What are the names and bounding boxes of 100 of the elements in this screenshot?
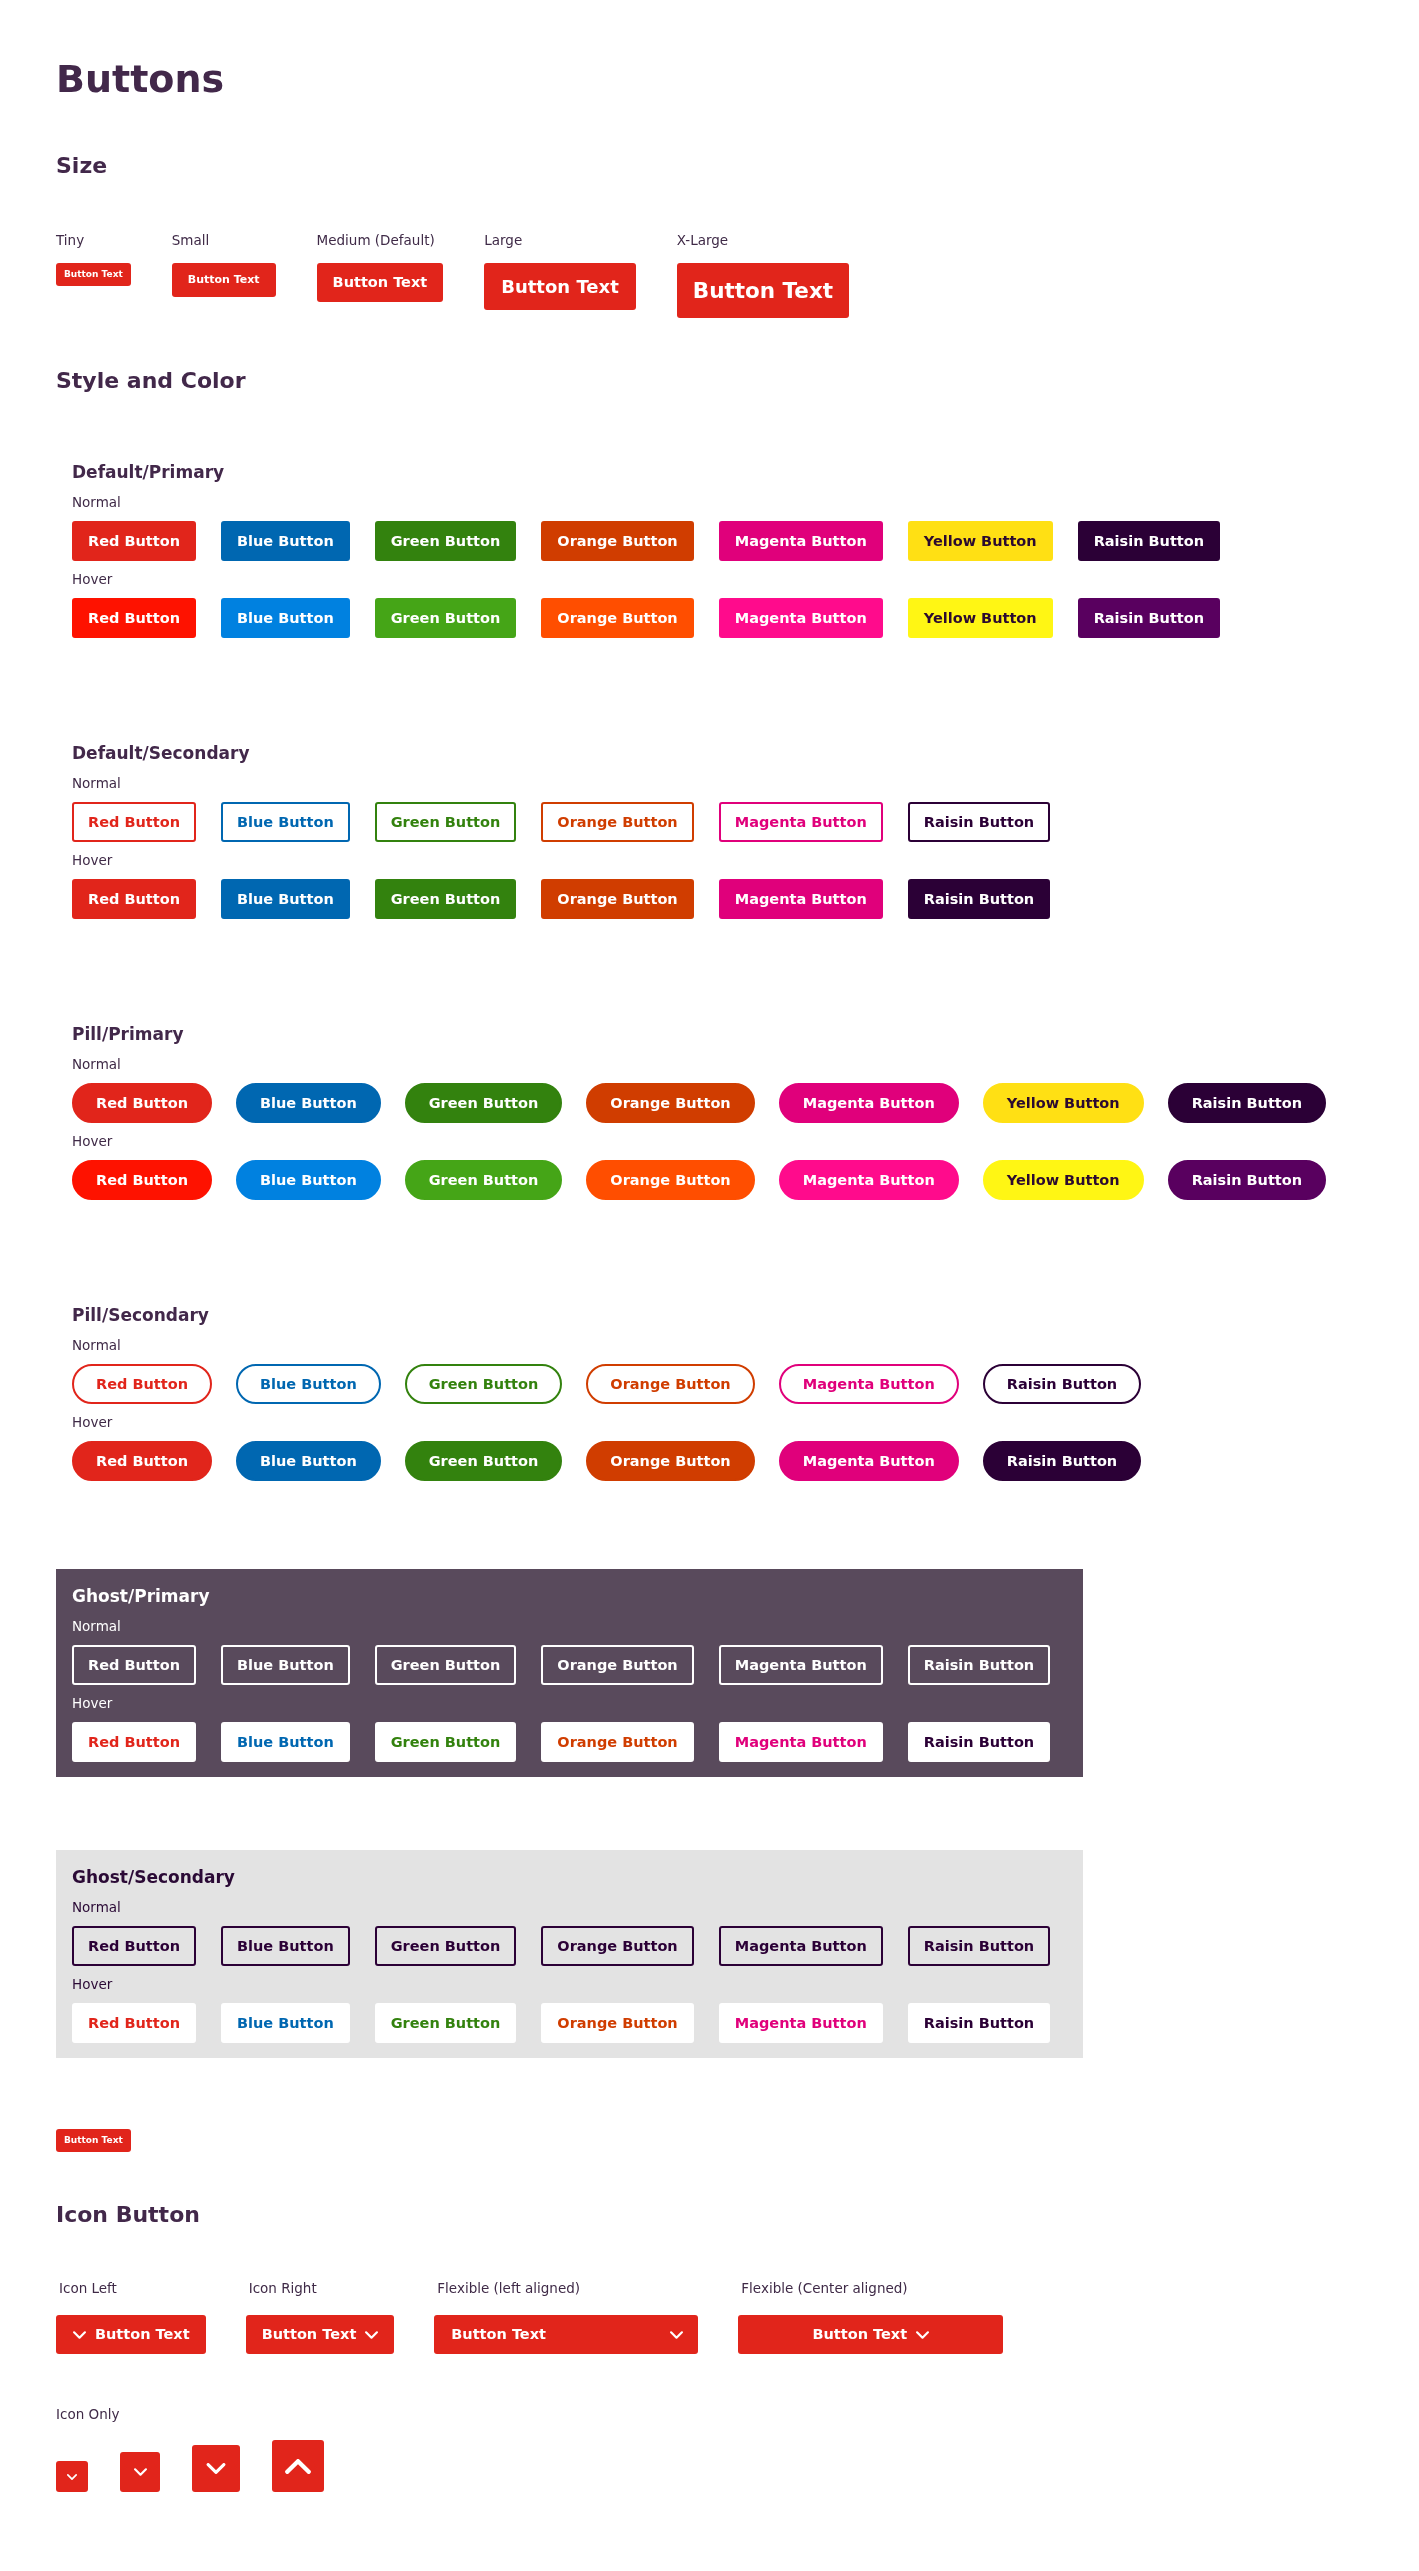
- style-button[interactable]: Raisin Button: [907, 2003, 1051, 2043]
- style-button[interactable]: Blue Button: [220, 1645, 350, 1685]
- style-button[interactable]: Raisin Button: [907, 1645, 1051, 1685]
- style-button[interactable]: Orange Button: [541, 802, 694, 842]
- style-button[interactable]: Yellow Button: [982, 1160, 1144, 1200]
- style-button[interactable]: Green Button: [404, 1441, 563, 1481]
- dropdown-button[interactable]: Button Text: [434, 2315, 699, 2354]
- style-button[interactable]: Magenta Button: [778, 1083, 959, 1123]
- style-button[interactable]: Magenta Button: [718, 1926, 883, 1966]
- size-label: Small: [171, 231, 210, 249]
- style-button[interactable]: Raisin Button: [982, 1364, 1142, 1404]
- style-button[interactable]: Orange Button: [586, 1441, 755, 1481]
- style-button[interactable]: Orange Button: [541, 521, 694, 561]
- sample-button[interactable]: Button Text: [484, 263, 636, 310]
- style-button[interactable]: Raisin Button: [907, 1926, 1051, 1966]
- style-button[interactable]: Red Button: [72, 1926, 196, 1966]
- style-button[interactable]: Green Button: [374, 879, 517, 919]
- style-button[interactable]: Magenta Button: [718, 879, 883, 919]
- icon-button[interactable]: [192, 2445, 240, 2492]
- sample-button[interactable]: Button Text: [676, 263, 850, 318]
- style-button[interactable]: Magenta Button: [778, 1160, 959, 1200]
- style-button[interactable]: Green Button: [374, 1926, 517, 1966]
- style-button[interactable]: Red Button: [72, 598, 196, 638]
- chevron-down-icon: [916, 2330, 930, 2339]
- style-button[interactable]: Blue Button: [220, 521, 350, 561]
- dropdown-button[interactable]: Button Text: [245, 2315, 395, 2354]
- style-button[interactable]: Orange Button: [541, 2003, 694, 2043]
- variant-label: Flexible (left aligned): [437, 2279, 581, 2297]
- style-button[interactable]: Raisin Button: [1167, 1083, 1327, 1123]
- style-button[interactable]: Orange Button: [586, 1364, 755, 1404]
- state-label: Normal: [72, 1617, 121, 1635]
- style-button[interactable]: Green Button: [404, 1160, 563, 1200]
- style-button[interactable]: Green Button: [374, 521, 517, 561]
- state-label: Normal: [72, 1898, 121, 1916]
- style-button[interactable]: Red Button: [72, 879, 196, 919]
- style-button[interactable]: Red Button: [72, 521, 196, 561]
- state-label: Normal: [72, 1055, 121, 1073]
- style-button[interactable]: Raisin Button: [1167, 1160, 1327, 1200]
- sample-button[interactable]: Button Text: [56, 2129, 131, 2152]
- style-button[interactable]: Green Button: [374, 598, 517, 638]
- style-button[interactable]: Raisin Button: [907, 802, 1051, 842]
- icon-button[interactable]: [272, 2440, 324, 2492]
- chevron-down-icon: [73, 2330, 86, 2339]
- style-button[interactable]: Yellow Button: [907, 598, 1053, 638]
- style-button[interactable]: Magenta Button: [778, 1441, 959, 1481]
- style-button[interactable]: Magenta Button: [718, 1645, 883, 1685]
- style-button[interactable]: Red Button: [72, 802, 196, 842]
- style-button[interactable]: Red Button: [72, 1160, 212, 1200]
- icon-button[interactable]: [120, 2452, 160, 2492]
- style-button[interactable]: Green Button: [374, 2003, 517, 2043]
- style-button[interactable]: Red Button: [72, 1364, 212, 1404]
- style-button[interactable]: Blue Button: [220, 1926, 350, 1966]
- style-button[interactable]: Magenta Button: [718, 2003, 883, 2043]
- style-button[interactable]: Blue Button: [220, 598, 350, 638]
- style-button[interactable]: Green Button: [374, 1722, 517, 1762]
- style-button[interactable]: Raisin Button: [982, 1441, 1142, 1481]
- style-button[interactable]: Raisin Button: [1077, 598, 1221, 638]
- style-button[interactable]: Magenta Button: [718, 802, 883, 842]
- size-label: Large: [484, 231, 523, 249]
- sample-button[interactable]: Button Text: [316, 263, 444, 302]
- style-button[interactable]: Blue Button: [235, 1083, 381, 1123]
- style-button[interactable]: Blue Button: [235, 1364, 381, 1404]
- style-button[interactable]: Green Button: [404, 1364, 563, 1404]
- icon-button[interactable]: [56, 2461, 88, 2492]
- style-button[interactable]: Blue Button: [235, 1160, 381, 1200]
- style-button[interactable]: Orange Button: [541, 1722, 694, 1762]
- style-button[interactable]: Blue Button: [220, 879, 350, 919]
- style-button[interactable]: Raisin Button: [1077, 521, 1221, 561]
- style-button[interactable]: Orange Button: [541, 598, 694, 638]
- style-button[interactable]: Red Button: [72, 1441, 212, 1481]
- style-button[interactable]: Raisin Button: [907, 1722, 1051, 1762]
- style-button[interactable]: Magenta Button: [718, 1722, 883, 1762]
- style-button[interactable]: Raisin Button: [907, 879, 1051, 919]
- style-button[interactable]: Blue Button: [220, 2003, 350, 2043]
- style-button[interactable]: Orange Button: [541, 1645, 694, 1685]
- style-button[interactable]: Blue Button: [220, 1722, 350, 1762]
- style-button[interactable]: Green Button: [404, 1083, 563, 1123]
- style-button[interactable]: Red Button: [72, 2003, 196, 2043]
- style-button[interactable]: Yellow Button: [982, 1083, 1144, 1123]
- dropdown-button[interactable]: Button Text: [738, 2315, 1004, 2354]
- style-button[interactable]: Green Button: [374, 802, 517, 842]
- style-button[interactable]: Blue Button: [220, 802, 350, 842]
- style-button[interactable]: Magenta Button: [778, 1364, 959, 1404]
- style-button[interactable]: Orange Button: [541, 879, 694, 919]
- style-button[interactable]: Red Button: [72, 1083, 212, 1123]
- style-button[interactable]: Red Button: [72, 1645, 196, 1685]
- dropdown-button[interactable]: Button Text: [56, 2315, 206, 2354]
- style-button[interactable]: Blue Button: [235, 1441, 381, 1481]
- style-button[interactable]: Magenta Button: [718, 598, 883, 638]
- style-button[interactable]: Orange Button: [541, 1926, 694, 1966]
- style-button[interactable]: Orange Button: [586, 1083, 755, 1123]
- group-heading: Ghost/Primary: [72, 1586, 210, 1606]
- style-button[interactable]: Magenta Button: [718, 521, 883, 561]
- style-button[interactable]: Orange Button: [586, 1160, 755, 1200]
- group-heading: Default/Primary: [72, 462, 225, 482]
- style-button[interactable]: Red Button: [72, 1722, 196, 1762]
- style-button[interactable]: Green Button: [374, 1645, 517, 1685]
- sample-button[interactable]: Button Text: [171, 263, 276, 297]
- style-button[interactable]: Yellow Button: [907, 521, 1053, 561]
- sample-button[interactable]: Button Text: [56, 263, 131, 286]
